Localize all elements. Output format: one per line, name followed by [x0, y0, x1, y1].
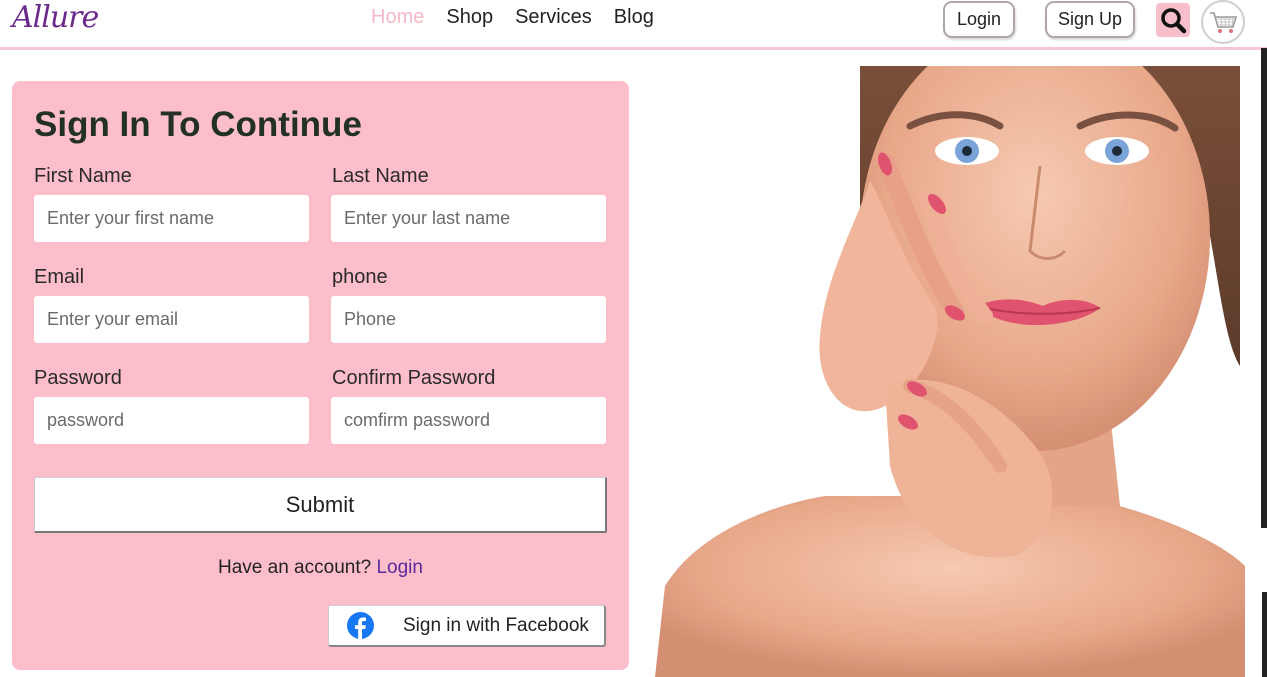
confirm-password-label: Confirm Password [332, 367, 496, 389]
email-label: Email [34, 266, 85, 288]
scrollbar[interactable] [1261, 48, 1267, 528]
form-title: Sign In To Continue [34, 105, 362, 144]
facebook-icon [347, 612, 374, 639]
have-account-row: Have an account? Login [12, 557, 629, 579]
main-nav: Home Shop Services Blog [371, 6, 654, 29]
top-navbar: Allure Home Shop Services Blog Login Sig… [0, 0, 1267, 50]
nav-services-link[interactable]: Services [515, 6, 592, 29]
first-name-label: First Name [34, 165, 132, 187]
model-portrait-image [655, 66, 1245, 677]
search-icon [1161, 8, 1187, 34]
header-signup-button[interactable]: Sign Up [1045, 1, 1135, 38]
nav-home-link[interactable]: Home [371, 6, 424, 29]
cart-icon [1210, 12, 1238, 33]
scrollbar-lower[interactable] [1262, 592, 1267, 677]
confirm-password-input[interactable] [331, 397, 606, 444]
phone-input[interactable] [331, 296, 606, 343]
facebook-signin-button[interactable]: Sign in with Facebook [328, 605, 606, 647]
search-button[interactable] [1156, 3, 1190, 37]
nav-blog-link[interactable]: Blog [614, 6, 654, 29]
last-name-label: Last Name [332, 165, 429, 187]
last-name-input[interactable] [331, 195, 606, 242]
nav-shop-link[interactable]: Shop [446, 6, 493, 29]
brand-logo[interactable]: Allure [12, 0, 99, 35]
password-input[interactable] [34, 397, 309, 444]
header-login-button[interactable]: Login [943, 1, 1015, 38]
submit-button[interactable]: Submit [34, 477, 607, 533]
facebook-signin-label: Sign in with Facebook [403, 615, 589, 636]
have-account-text: Have an account? [218, 557, 372, 578]
cart-button[interactable] [1201, 0, 1245, 44]
password-label: Password [34, 367, 122, 389]
email-input[interactable] [34, 296, 309, 343]
login-link[interactable]: Login [376, 557, 423, 578]
signup-form-card: Sign In To Continue First Name Last Name… [12, 81, 629, 670]
phone-label: phone [332, 266, 388, 288]
first-name-input[interactable] [34, 195, 309, 242]
